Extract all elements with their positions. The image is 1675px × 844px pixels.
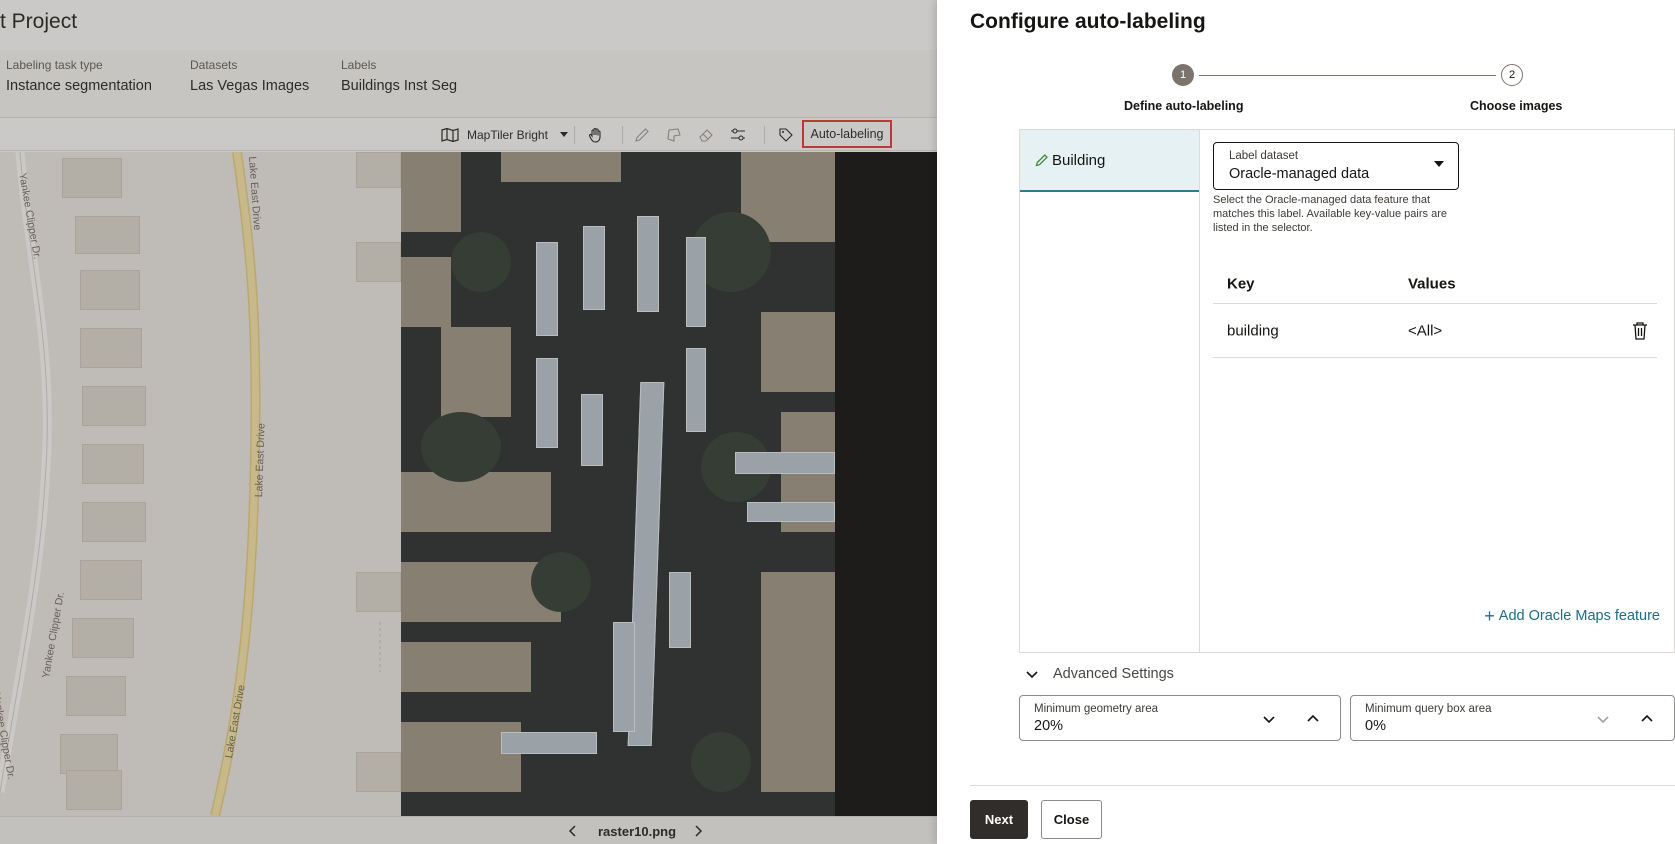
advanced-settings-label: Advanced Settings (1053, 666, 1174, 682)
field-value: 20% (1034, 718, 1064, 734)
chevron-up-icon (1641, 714, 1653, 722)
labeling-app: t Project Labeling task type Instance se… (0, 0, 937, 844)
min-geometry-area-field[interactable]: Minimum geometry area 20% (1019, 695, 1341, 741)
column-header-values: Values (1408, 275, 1456, 292)
trash-icon[interactable] (1631, 321, 1649, 341)
step-1-label: Define auto-labeling (1124, 99, 1244, 113)
next-button[interactable]: Next (970, 800, 1028, 839)
select-label: Label dataset (1229, 150, 1299, 162)
step-2-label: Choose images (1470, 99, 1563, 113)
caret-down-icon (1434, 161, 1444, 167)
kv-table-header: Key Values (1213, 264, 1657, 304)
auto-labeling-drawer: Configure auto-labeling 1 2 Define auto-… (937, 0, 1675, 844)
min-query-box-area-field[interactable]: Minimum query box area 0% (1350, 695, 1675, 741)
modal-backdrop[interactable] (0, 0, 937, 844)
footer-divider (970, 785, 1675, 786)
row-key: building (1227, 322, 1279, 339)
field-value: 0% (1365, 718, 1386, 734)
chevron-down-icon (1597, 716, 1609, 724)
add-link-label: Add Oracle Maps feature (1498, 608, 1660, 624)
decrement-button[interactable] (1258, 708, 1280, 730)
label-list: Building (1020, 130, 1200, 652)
advanced-settings-toggle[interactable]: Advanced Settings (1019, 662, 1174, 686)
label-item-building[interactable]: Building (1020, 130, 1199, 192)
label-item-text: Building (1052, 151, 1106, 169)
field-label: Minimum query box area (1365, 703, 1492, 715)
step-1-indicator[interactable]: 1 (1172, 64, 1194, 86)
increment-button[interactable] (1302, 708, 1324, 730)
chevron-up-icon (1307, 714, 1319, 722)
label-dataset-help: Select the Oracle-managed data feature t… (1213, 194, 1447, 234)
row-value: <All> (1408, 322, 1443, 339)
pencil-icon (1034, 152, 1050, 168)
table-row: building <All> (1213, 304, 1657, 358)
column-header-key: Key (1227, 275, 1255, 292)
field-label: Minimum geometry area (1034, 703, 1158, 715)
drawer-title: Configure auto-labeling (970, 10, 1206, 33)
add-oracle-maps-feature-link[interactable]: + Add Oracle Maps feature (1484, 606, 1660, 626)
label-dataset-select[interactable]: Label dataset Oracle-managed data (1213, 142, 1459, 190)
increment-button[interactable] (1636, 708, 1658, 730)
close-button[interactable]: Close (1041, 800, 1102, 839)
step-2-indicator[interactable]: 2 (1501, 64, 1523, 86)
chevron-down-icon (1026, 671, 1038, 679)
step-connector (1199, 75, 1496, 76)
decrement-button[interactable] (1592, 708, 1614, 730)
select-value: Oracle-managed data (1229, 166, 1370, 182)
plus-icon: + (1484, 606, 1495, 626)
label-config-panel: Building Label dataset Oracle-managed da… (1019, 129, 1675, 653)
chevron-down-icon (1263, 716, 1275, 724)
